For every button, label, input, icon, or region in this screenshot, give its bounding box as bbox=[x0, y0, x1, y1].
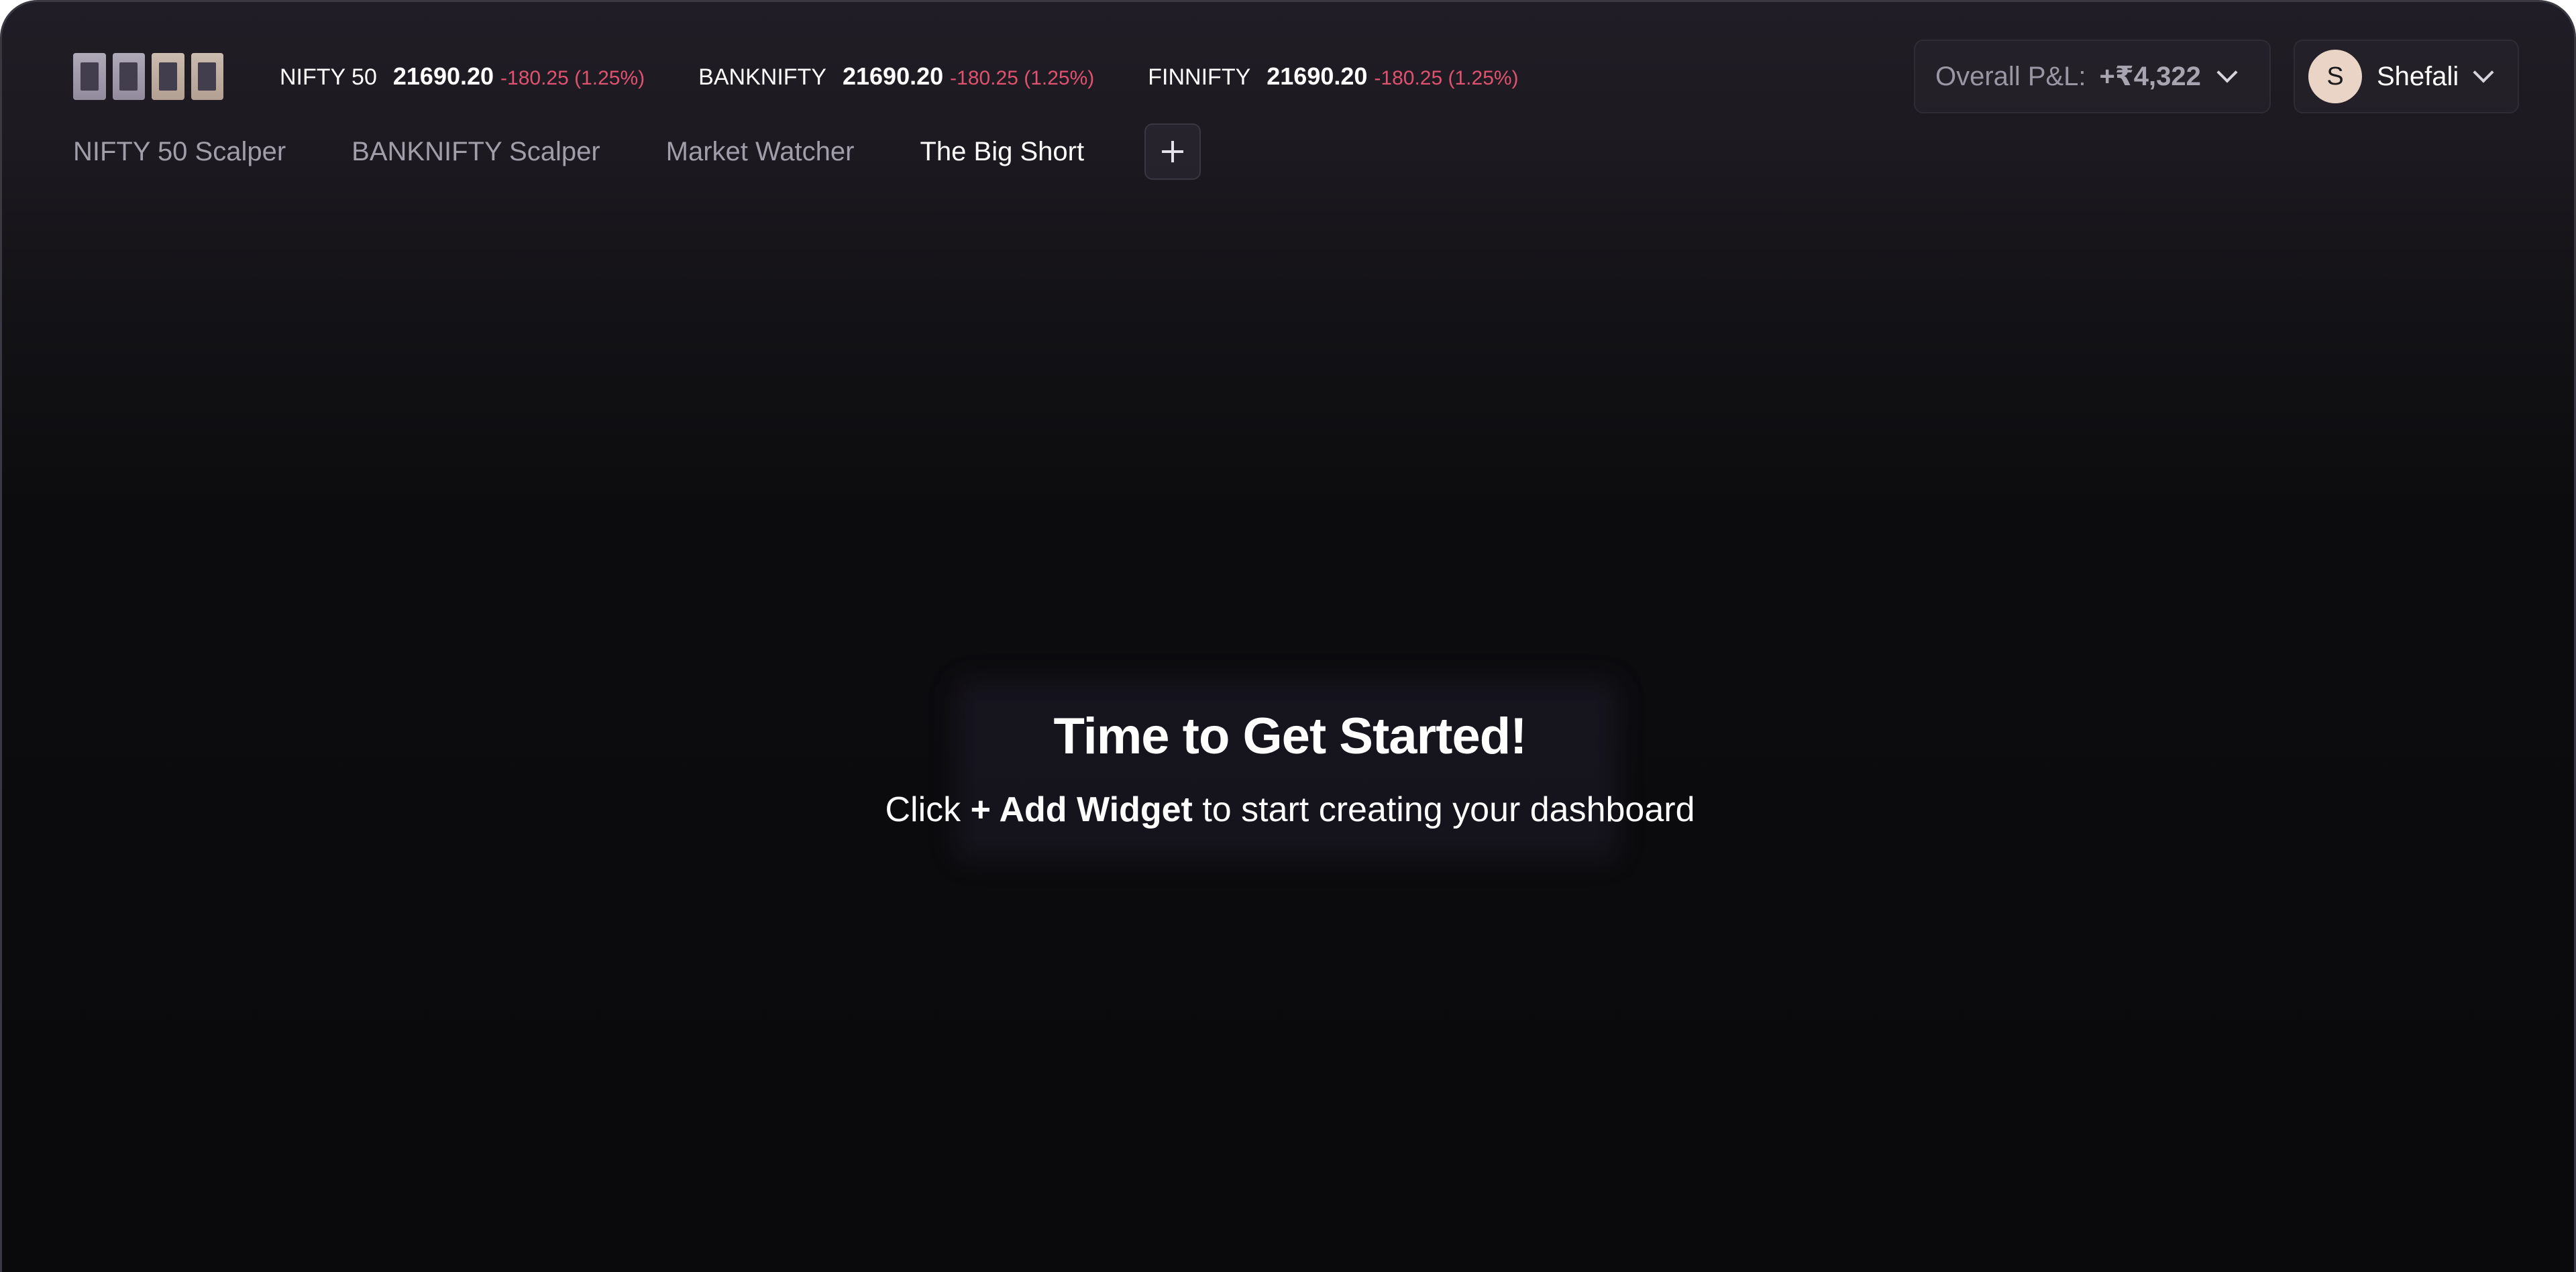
empty-state-message: Click + Add Widget to start creating you… bbox=[2, 783, 2574, 837]
tab-market-watcher[interactable]: Market Watcher bbox=[666, 137, 855, 167]
logo-block bbox=[152, 53, 184, 100]
empty-state-suffix: to start creating your dashboard bbox=[1202, 790, 1695, 829]
ticker-price: 21690.20 bbox=[842, 62, 944, 90]
ticker-name: FINNIFTY bbox=[1148, 64, 1251, 90]
ticker-change: -180.25 (1.25%) bbox=[1374, 67, 1519, 89]
logo-block bbox=[73, 53, 106, 100]
app-logo[interactable] bbox=[73, 53, 223, 100]
dashboard-tabs: NIFTY 50 Scalper BANKNIFTY Scalper Marke… bbox=[73, 123, 1201, 180]
user-name: Shefali bbox=[2377, 61, 2459, 91]
ticker-name: BANKNIFTY bbox=[698, 64, 826, 90]
ticker-change: -180.25 (1.25%) bbox=[950, 67, 1095, 89]
tab-nifty-50-scalper[interactable]: NIFTY 50 Scalper bbox=[73, 137, 286, 167]
ticker-price: 21690.20 bbox=[392, 62, 494, 90]
chevron-down-icon bbox=[2473, 62, 2494, 83]
user-menu-dropdown[interactable]: S Shefali bbox=[2294, 40, 2519, 113]
tab-the-big-short[interactable]: The Big Short bbox=[920, 137, 1084, 167]
index-ticker-bar: NIFTY 50 21690.20 -180.25 (1.25%) BANKNI… bbox=[280, 61, 1572, 92]
ticker-banknifty[interactable]: BANKNIFTY 21690.20 -180.25 (1.25%) bbox=[698, 62, 1094, 91]
tab-banknifty-scalper[interactable]: BANKNIFTY Scalper bbox=[352, 137, 600, 167]
overall-pnl-dropdown[interactable]: Overall P&L: +₹4,322 bbox=[1914, 40, 2271, 113]
ticker-price: 21690.20 bbox=[1267, 62, 1368, 90]
avatar: S bbox=[2308, 50, 2362, 103]
plus-icon bbox=[1162, 141, 1184, 162]
ticker-finnifty[interactable]: FINNIFTY 21690.20 -180.25 (1.25%) bbox=[1148, 62, 1518, 91]
chevron-down-icon bbox=[2216, 62, 2238, 83]
logo-block bbox=[112, 53, 145, 100]
empty-state-title: Time to Get Started! bbox=[1053, 708, 1527, 765]
app-window: NIFTY 50 21690.20 -180.25 (1.25%) BANKNI… bbox=[0, 0, 2576, 1272]
ticker-change: -180.25 (1.25%) bbox=[500, 67, 645, 89]
ticker-nifty50[interactable]: NIFTY 50 21690.20 -180.25 (1.25%) bbox=[280, 62, 645, 91]
add-widget-link[interactable]: + Add Widget bbox=[971, 790, 1193, 829]
empty-state-prefix: Click bbox=[885, 790, 961, 829]
pnl-value: +₹4,322 bbox=[2099, 62, 2201, 91]
empty-state: Time to Get Started! Click + Add Widget … bbox=[2, 700, 2574, 837]
ticker-name: NIFTY 50 bbox=[280, 64, 377, 90]
pnl-label: Overall P&L: bbox=[1935, 61, 2086, 91]
add-tab-button[interactable] bbox=[1144, 123, 1201, 180]
logo-block bbox=[191, 53, 223, 100]
